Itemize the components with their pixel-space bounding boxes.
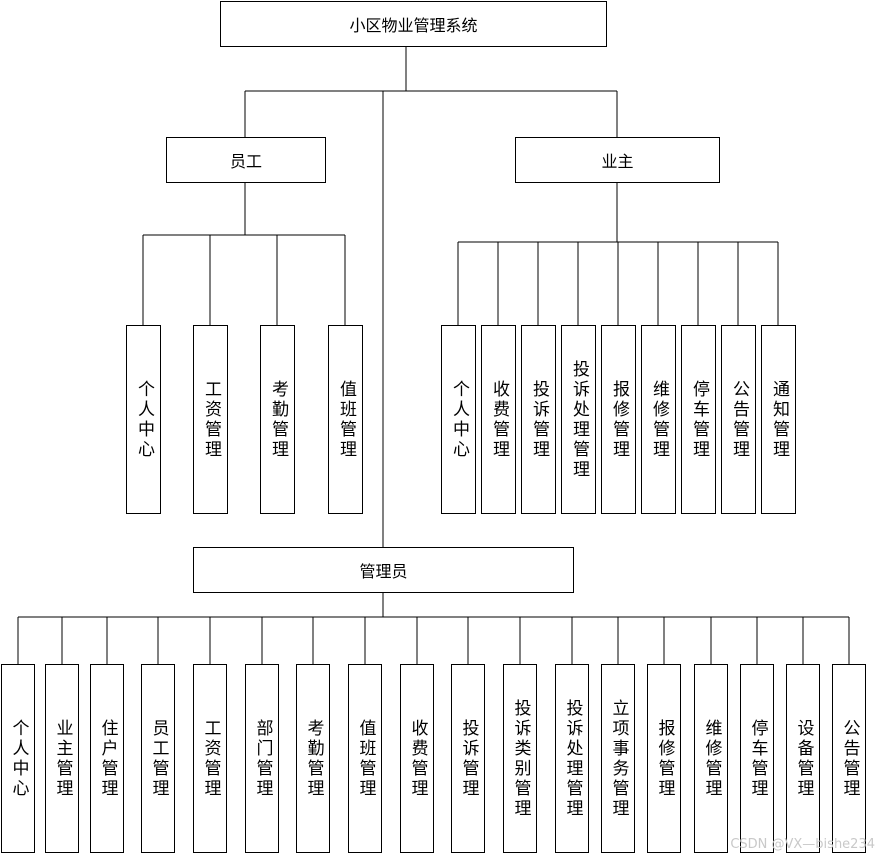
admin-item: 维修管理	[694, 664, 728, 853]
admin-item-label: 投诉管理	[458, 718, 479, 799]
employee-item: 工资管理	[193, 325, 228, 514]
admin-item-label: 停车管理	[747, 718, 768, 799]
owner-item-label: 收费管理	[489, 379, 509, 460]
admin-item: 值班管理	[348, 664, 382, 853]
owner-item: 投诉处理管理	[561, 325, 596, 514]
owner-label: 业主	[601, 152, 634, 171]
watermark: CSDN @VX—bishe234	[730, 837, 875, 852]
owner-node: 业主	[515, 137, 720, 183]
admin-item-label: 投诉处理管理	[562, 698, 583, 819]
root-node: 小区物业管理系统	[220, 1, 607, 47]
owner-item: 通知管理	[761, 325, 796, 514]
employee-item-label: 工资管理	[201, 379, 221, 460]
admin-item-label: 部门管理	[252, 718, 273, 799]
owner-item-label: 公告管理	[729, 379, 749, 460]
admin-item-label: 工资管理	[200, 718, 221, 799]
owner-item-label: 投诉管理	[529, 379, 549, 460]
owner-item-label: 个人中心	[449, 379, 469, 460]
admin-item-label: 收费管理	[407, 718, 428, 799]
owner-item: 个人中心	[441, 325, 476, 514]
admin-item-label: 个人中心	[8, 718, 29, 799]
employee-item-label: 考勤管理	[268, 379, 288, 460]
owner-item: 停车管理	[681, 325, 716, 514]
admin-item-label: 公告管理	[839, 718, 860, 799]
employee-item-label: 个人中心	[134, 379, 154, 460]
admin-item-label: 报修管理	[654, 718, 675, 799]
admin-item-label: 值班管理	[355, 718, 376, 799]
owner-item-label: 通知管理	[769, 379, 789, 460]
admin-item: 工资管理	[193, 664, 227, 853]
owner-item: 投诉管理	[521, 325, 556, 514]
owner-item: 维修管理	[641, 325, 676, 514]
admin-item: 个人中心	[1, 664, 35, 853]
admin-item: 投诉类别管理	[503, 664, 537, 853]
admin-label: 管理员	[359, 562, 408, 581]
owner-item: 公告管理	[721, 325, 756, 514]
admin-item: 业主管理	[45, 664, 79, 853]
admin-item-label: 立项事务管理	[608, 698, 629, 819]
admin-item-label: 员工管理	[148, 718, 169, 799]
admin-item: 报修管理	[647, 664, 681, 853]
employee-label: 员工	[229, 152, 262, 171]
owner-item-label: 维修管理	[649, 379, 669, 460]
owner-item-label: 停车管理	[689, 379, 709, 460]
admin-item-label: 住户管理	[97, 718, 118, 799]
root-label: 小区物业管理系统	[349, 16, 478, 35]
owner-item-label: 投诉处理管理	[569, 359, 589, 480]
admin-item: 住户管理	[90, 664, 124, 853]
owner-item: 报修管理	[601, 325, 636, 514]
admin-node: 管理员	[193, 547, 574, 593]
admin-item: 考勤管理	[296, 664, 330, 853]
admin-item: 收费管理	[400, 664, 434, 853]
admin-item-label: 维修管理	[701, 718, 722, 799]
admin-item: 部门管理	[245, 664, 279, 853]
employee-item: 考勤管理	[260, 325, 295, 514]
employee-node: 员工	[166, 137, 326, 183]
admin-item: 员工管理	[141, 664, 175, 853]
owner-item: 收费管理	[481, 325, 516, 514]
employee-item: 个人中心	[126, 325, 161, 514]
admin-item-label: 业主管理	[52, 718, 73, 799]
admin-item: 投诉处理管理	[555, 664, 589, 853]
admin-item-label: 投诉类别管理	[510, 698, 531, 819]
admin-item: 公告管理	[832, 664, 866, 853]
admin-item: 设备管理	[786, 664, 820, 853]
admin-item: 停车管理	[740, 664, 774, 853]
admin-item: 立项事务管理	[601, 664, 635, 853]
employee-item-label: 值班管理	[336, 379, 356, 460]
owner-item-label: 报修管理	[609, 379, 629, 460]
employee-item: 值班管理	[328, 325, 363, 514]
admin-item-label: 考勤管理	[303, 718, 324, 799]
admin-item-label: 设备管理	[793, 718, 814, 799]
admin-item: 投诉管理	[451, 664, 485, 853]
